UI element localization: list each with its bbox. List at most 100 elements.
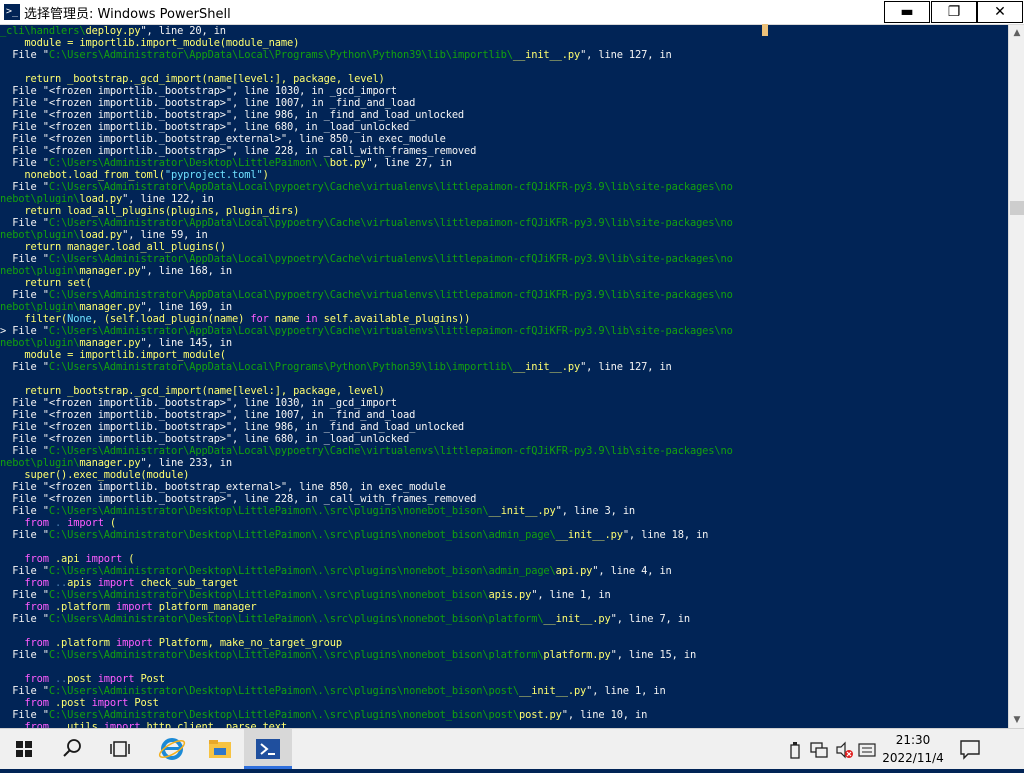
console-text: deploy.py	[85, 25, 141, 37]
notification-button[interactable]	[958, 729, 982, 769]
volume-muted-icon[interactable]	[836, 741, 854, 759]
console-text: nebot\plugin\	[0, 301, 80, 313]
scroll-down-arrow-icon[interactable]: ▼	[1009, 712, 1024, 728]
console-text: ", line 20, in	[140, 25, 226, 37]
console-text: return load_all_plugins(plugins, plugin_…	[0, 205, 300, 217]
console-text: ", line 1, in	[586, 685, 666, 697]
console-line: nonebot.load_from_toml("pyproject.toml")	[0, 169, 1008, 181]
text-cursor	[762, 24, 768, 36]
scrollbar-thumb[interactable]	[1010, 201, 1024, 215]
console-output[interactable]: _cli\handlers\deploy.py", line 20, in mo…	[0, 25, 1008, 728]
console-line: nebot\plugin\manager.py", line 145, in	[0, 337, 1008, 349]
minimize-button[interactable]: ▬	[884, 1, 930, 23]
start-button[interactable]	[0, 729, 48, 769]
console-line: File "<frozen importlib._bootstrap>", li…	[0, 409, 1008, 421]
console-text: module = importlib.import_module(module_…	[0, 37, 300, 49]
console-text: import	[85, 553, 123, 565]
console-text: File "	[0, 565, 49, 577]
console-text: C:\Users\Administrator\AppData\Local\pyp…	[48, 289, 733, 301]
console-text: File "<frozen importlib._bootstrap>", li…	[0, 109, 465, 121]
console-line: _cli\handlers\deploy.py", line 20, in	[0, 25, 1008, 37]
console-text: _cli\handlers\	[0, 25, 86, 37]
close-button[interactable]: ✕	[977, 1, 1023, 23]
console-text: import	[116, 637, 153, 649]
console-text: from	[0, 637, 55, 649]
console-text: File "	[0, 181, 49, 193]
scroll-up-arrow-icon[interactable]: ▲	[1009, 25, 1024, 41]
task-view-button[interactable]	[96, 729, 144, 769]
console-text: nonebot.load_from_toml(	[0, 169, 165, 181]
console-text: ", line 127, in	[580, 49, 672, 61]
console-text: (	[122, 553, 135, 565]
vertical-scrollbar[interactable]: ▲ ▼	[1008, 25, 1024, 728]
console-text: from	[0, 601, 55, 613]
console-text: Platform, make_no_target_group	[152, 637, 342, 649]
console-text: ", line 10, in	[561, 709, 648, 721]
title-bar[interactable]: >_ 选择管理员: Windows PowerShell ▬ ❐ ✕	[0, 0, 1024, 25]
internet-explorer-button[interactable]	[148, 729, 196, 769]
console-text: ..	[54, 673, 68, 685]
console-text: File "<frozen importlib._bootstrap>", li…	[0, 397, 397, 409]
console-line: from .post import Post	[0, 697, 1008, 709]
console-text: ", line 1, in	[531, 589, 611, 601]
console-line: File "C:\Users\Administrator\Desktop\Lit…	[0, 589, 1008, 601]
console-text: Post	[134, 673, 165, 685]
console-text: File "	[0, 589, 49, 601]
powershell-taskbar-button[interactable]	[244, 729, 292, 769]
system-clock[interactable]: 21:30 2022/11/4	[872, 731, 954, 767]
console-text: apis	[67, 577, 98, 589]
console-text: File "<frozen importlib._bootstrap>", li…	[0, 409, 416, 421]
console-line: File "C:\Users\Administrator\AppData\Loc…	[0, 217, 1008, 229]
console-line: from ..apis import check_sub_target	[0, 577, 1008, 589]
console-text: from	[0, 517, 55, 529]
console-text: C:\Users\Administrator\Desktop\LittlePai…	[48, 157, 330, 169]
console-text: ", line 7, in	[610, 613, 691, 625]
console-text: return _bootstrap._gcd_import(name[level…	[0, 385, 385, 397]
console-line: File "C:\Users\Administrator\AppData\Loc…	[0, 181, 1008, 193]
console-text: bot.py	[329, 157, 367, 169]
console-text: None	[67, 313, 92, 325]
clock-date: 2022/11/4	[882, 751, 944, 765]
console-line: File "C:\Users\Administrator\AppData\Loc…	[0, 361, 1008, 373]
console-text: File "<frozen importlib._bootstrap>", li…	[0, 85, 397, 97]
console-text: load.py	[79, 229, 123, 241]
console-text: import	[97, 673, 135, 685]
console-text: nebot\plugin\	[0, 193, 80, 205]
console-text: ", line 233, in	[140, 457, 233, 469]
console-text: load.py	[79, 193, 123, 205]
console-text: import	[67, 517, 104, 529]
console-line: File "C:\Users\Administrator\Desktop\Lit…	[0, 565, 1008, 577]
console-text: ", line 4, in	[592, 565, 672, 577]
console-text: .api	[54, 553, 86, 565]
network-icon[interactable]	[810, 741, 828, 759]
windows-start-icon	[16, 741, 32, 757]
console-line: File "C:\Users\Administrator\Desktop\Lit…	[0, 709, 1008, 721]
console-line: File "C:\Users\Administrator\Desktop\Lit…	[0, 157, 1008, 169]
console-text: C:\Users\Administrator\AppData\Local\pyp…	[48, 445, 733, 457]
console-text: File "<frozen importlib._bootstrap>", li…	[0, 493, 477, 505]
console-text: C:\Users\Administrator\Desktop\LittlePai…	[48, 589, 489, 601]
console-text: from	[0, 721, 55, 728]
console-line: File "<frozen importlib._bootstrap>", li…	[0, 97, 1008, 109]
console-line: File "C:\Users\Administrator\Desktop\Lit…	[0, 529, 1008, 541]
console-line: super().exec_module(module)	[0, 469, 1008, 481]
console-text: File "	[0, 505, 49, 517]
console-text: manager.py	[79, 301, 141, 313]
console-text: > File "	[0, 325, 49, 337]
file-explorer-button[interactable]	[196, 729, 244, 769]
search-button[interactable]	[48, 729, 96, 769]
console-text: File "	[0, 649, 49, 661]
console-text: ", line 145, in	[140, 337, 233, 349]
console-line: File "<frozen importlib._bootstrap>", li…	[0, 145, 1008, 157]
usb-device-icon[interactable]	[788, 741, 802, 759]
maximize-button[interactable]: ❐	[931, 1, 977, 23]
console-text: __init__.py	[512, 49, 581, 61]
console-line: File "<frozen importlib._bootstrap>", li…	[0, 433, 1008, 445]
clock-time: 21:30	[895, 733, 931, 747]
console-text: check_sub_target	[134, 577, 239, 589]
console-text: C:\Users\Administrator\AppData\Local\Pro…	[48, 49, 513, 61]
console-text: .post	[54, 697, 92, 709]
console-text: ..	[54, 721, 68, 728]
console-text: platform_manager	[152, 601, 257, 613]
